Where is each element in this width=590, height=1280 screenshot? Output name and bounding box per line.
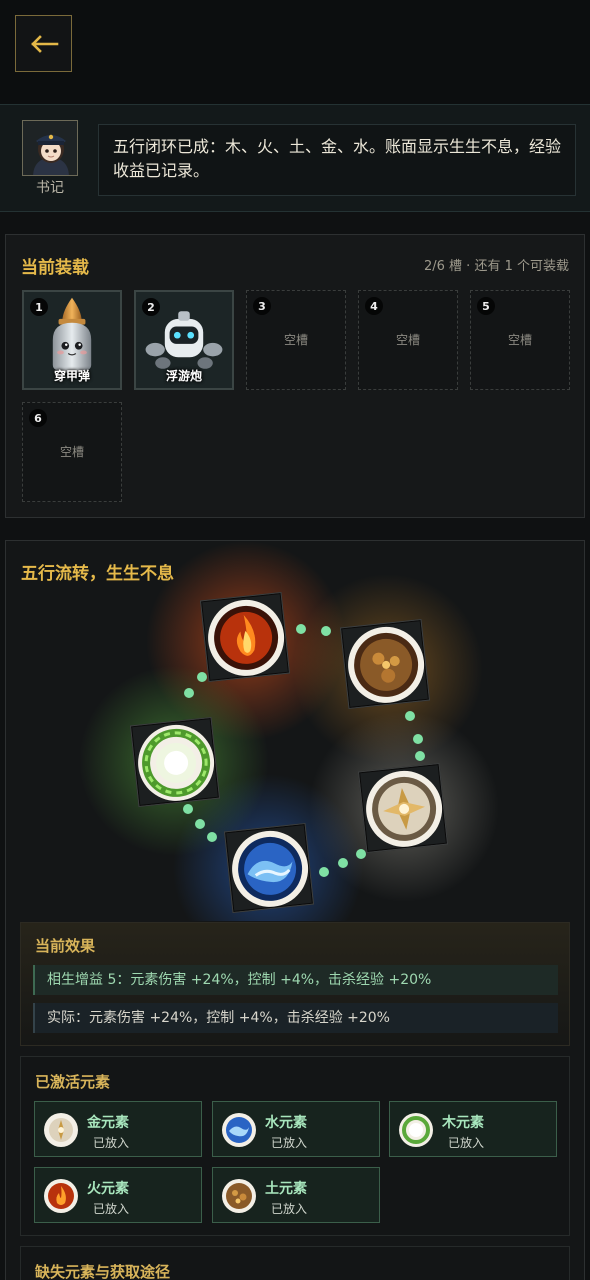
earth-element-icon	[222, 1179, 256, 1213]
loadout-slot-6[interactable]: 6 空槽	[22, 402, 122, 502]
slot-empty-label: 空槽	[395, 333, 420, 347]
element-chip-earth[interactable]: 土元素 已放入	[212, 1167, 380, 1223]
element-chip-wood[interactable]: 木元素 已放入	[389, 1101, 557, 1157]
clerk-portrait-icon	[23, 121, 77, 175]
slot-number: 5	[477, 297, 495, 315]
wood-element-icon	[138, 724, 215, 801]
element-cycle-screen: 书记 五行闭环已成：木、火、土、金、水。账面显示生生不息，经验收益已记录。 当前…	[0, 0, 590, 1280]
earth-element-icon	[348, 626, 425, 703]
wood-element-icon	[399, 1113, 433, 1147]
fire-element-icon	[208, 599, 285, 676]
clerk-message: 五行闭环已成：木、火、土、金、水。账面显示生生不息，经验收益已记录。	[98, 124, 576, 196]
loadout-title: 当前装载	[21, 258, 89, 278]
element-chip-status: 已放入	[271, 1136, 308, 1150]
slot-item-name: 穿甲弹	[53, 369, 90, 383]
element-chip-name: 火元素	[87, 1181, 129, 1197]
element-chip-status: 已放入	[93, 1202, 130, 1216]
loadout-summary: 2/6 槽 · 还有 1 个可装载	[424, 259, 569, 274]
element-chip-name: 金元素	[87, 1115, 129, 1131]
slot-empty-label: 空槽	[59, 445, 84, 459]
element-cycle-diagram	[6, 541, 586, 921]
element-chip-water[interactable]: 水元素 已放入	[212, 1101, 380, 1157]
element-chip-name: 木元素	[442, 1115, 484, 1131]
slot-empty-label: 空槽	[283, 333, 308, 347]
slot-number: 6	[29, 409, 47, 427]
current-effect-box: 当前效果 相生增益 5：元素伤害 +24%，控制 +4%，击杀经验 +20% 实…	[20, 922, 570, 1046]
element-chip-fire[interactable]: 火元素 已放入	[34, 1167, 202, 1223]
metal-element-card[interactable]	[357, 762, 449, 854]
missing-elements-box: 缺失元素与获取途径	[20, 1246, 570, 1280]
metal-element-icon	[366, 770, 443, 847]
metal-element-icon	[44, 1113, 78, 1147]
actual-effect-line: 实际：元素伤害 +24%，控制 +4%，击杀经验 +20%	[33, 1003, 558, 1033]
loadout-slot-1[interactable]: 1 穿甲弹	[22, 290, 122, 390]
slot-number: 1	[30, 298, 48, 316]
loadout-slot-4[interactable]: 4 空槽	[358, 290, 458, 390]
water-element-icon	[222, 1113, 256, 1147]
earth-element-card[interactable]	[339, 618, 431, 710]
slot-empty-label: 空槽	[507, 333, 532, 347]
element-chip-name: 土元素	[265, 1181, 307, 1197]
element-chip-status: 已放入	[271, 1202, 308, 1216]
active-elements-box: 已激活元素 金元素 已放入 水元素 已放入 木元素 已放入 火元素 已放入 土元…	[20, 1056, 570, 1236]
wood-element-card[interactable]	[129, 716, 221, 808]
slot-item-name: 浮游炮	[165, 369, 202, 383]
top-bar	[0, 0, 590, 104]
active-elements-title: 已激活元素	[35, 1073, 111, 1091]
loadout-slot-2[interactable]: 2 浮游炮	[134, 290, 234, 390]
back-button[interactable]	[15, 15, 72, 72]
element-chip-status: 已放入	[448, 1136, 485, 1150]
slot-number: 4	[365, 297, 383, 315]
effect-title: 当前效果	[35, 937, 96, 955]
element-chip-metal[interactable]: 金元素 已放入	[34, 1101, 202, 1157]
fire-element-icon	[44, 1179, 78, 1213]
arrow-left-icon	[30, 34, 58, 53]
missing-elements-title: 缺失元素与获取途径	[35, 1263, 171, 1280]
loadout-panel: 当前装载 2/6 槽 · 还有 1 个可装载 1 穿甲弹 2 浮游炮 3 空槽 …	[5, 234, 585, 518]
element-chip-status: 已放入	[93, 1136, 130, 1150]
loadout-slot-3[interactable]: 3 空槽	[246, 290, 346, 390]
clerk-avatar	[22, 120, 78, 176]
slot-number: 2	[142, 298, 160, 316]
clerk-name: 书记	[36, 180, 64, 196]
element-chip-name: 水元素	[265, 1115, 307, 1131]
water-element-card[interactable]	[223, 822, 315, 914]
fire-element-card[interactable]	[199, 591, 291, 683]
loadout-slot-5[interactable]: 5 空槽	[470, 290, 570, 390]
water-element-icon	[232, 830, 309, 907]
synergy-bonus-line: 相生增益 5：元素伤害 +24%，控制 +4%，击杀经验 +20%	[33, 965, 558, 995]
slot-number: 3	[253, 297, 271, 315]
